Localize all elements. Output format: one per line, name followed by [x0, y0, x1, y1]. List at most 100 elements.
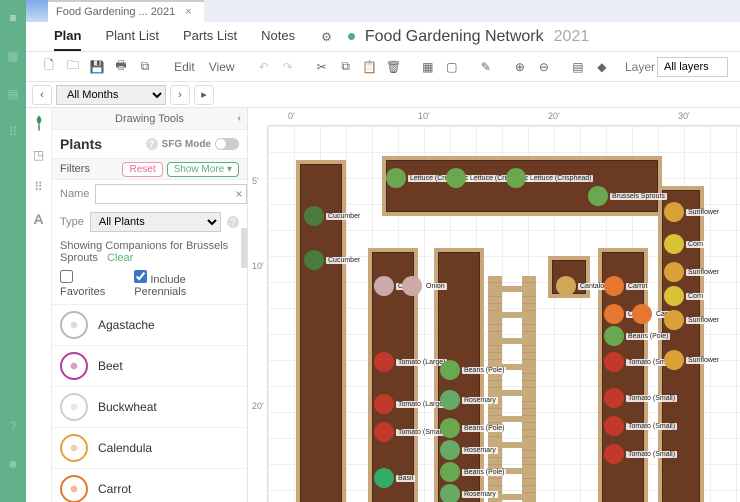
menu-icon[interactable]: ≡ [5, 10, 21, 26]
color-icon[interactable]: ◆ [591, 56, 613, 78]
rail-item-doc-icon[interactable]: ▤ [5, 86, 21, 102]
planted-item[interactable]: Rosemary [440, 440, 498, 460]
view-menu[interactable]: View [203, 60, 241, 74]
planted-item[interactable]: Beans (Pole) [440, 360, 506, 380]
planted-item[interactable]: Sunflower [664, 262, 721, 282]
planted-item[interactable]: Tomato (Small) [604, 416, 677, 436]
name-input[interactable] [95, 184, 247, 204]
planted-item[interactable]: Tomato (Large) [374, 394, 447, 414]
layer-select[interactable]: All layers [657, 57, 728, 77]
zoom-in-icon[interactable]: ⊕ [509, 56, 531, 78]
favorites-checkbox[interactable]: Favorites [60, 270, 120, 298]
planted-item[interactable]: Corn [664, 234, 705, 254]
print-icon[interactable]: 🖶 [110, 56, 132, 78]
collapse-icon[interactable]: ‹ [238, 113, 241, 124]
snap-icon[interactable]: ▢ [441, 56, 463, 78]
export-icon[interactable]: ⧉ [134, 56, 156, 78]
save-icon[interactable]: 💾 [86, 56, 108, 78]
note-icon[interactable]: ✎ [475, 56, 497, 78]
planted-item[interactable]: Beans (Pole) [604, 326, 670, 346]
tool-text-icon[interactable]: A [30, 210, 48, 228]
delete-icon[interactable]: 🗑 [383, 56, 405, 78]
plant-icon [60, 352, 88, 380]
planted-item[interactable]: Tomato (Large) [374, 352, 447, 372]
garden-stage[interactable]: Cucumber Cucumber Lettuce (Crisphead) Le… [268, 126, 740, 502]
plant-marker-icon [440, 390, 460, 410]
copy-icon[interactable]: ⧉ [335, 56, 357, 78]
planted-item[interactable]: Cucumber [304, 250, 362, 270]
rail-help-icon[interactable]: ? [5, 418, 21, 434]
planted-item[interactable]: Corn [664, 286, 705, 306]
month-play-icon[interactable]: ▸ [194, 85, 214, 105]
plant-list[interactable]: Agastache Beet Buckwheat Calendula Carro… [52, 304, 247, 502]
trellis[interactable] [488, 312, 536, 318]
sfg-toggle[interactable] [215, 138, 239, 150]
planted-item[interactable]: Lettuce (Crisphead) [506, 168, 593, 188]
trellis[interactable] [488, 338, 536, 344]
new-file-icon[interactable]: 🗋 [38, 56, 60, 78]
planted-item[interactable]: Rosemary [440, 484, 498, 502]
tool-plants-icon[interactable] [30, 114, 48, 132]
trellis[interactable] [488, 286, 536, 292]
cut-icon[interactable]: ✂ [311, 56, 333, 78]
month-prev-icon[interactable]: ‹ [32, 85, 52, 105]
tab-parts-list[interactable]: Parts List [183, 22, 237, 51]
undo-icon[interactable]: ↶ [253, 56, 275, 78]
planted-item[interactable]: Beans (Pole) [440, 418, 506, 438]
clear-input-icon[interactable]: × [235, 187, 242, 201]
document-tab[interactable]: Food Gardening ... 2021 × [48, 0, 204, 22]
planted-item[interactable]: Sunflower [664, 202, 721, 222]
redo-icon[interactable]: ↷ [277, 56, 299, 78]
tab-plant-list[interactable]: Plant List [105, 22, 158, 51]
perennials-checkbox[interactable]: Include Perennials [134, 270, 239, 298]
panel-header[interactable]: Drawing Tools ‹ [52, 108, 247, 130]
month-next-icon[interactable]: › [170, 85, 190, 105]
tool-structures-icon[interactable]: ◳ [30, 146, 48, 164]
planted-item[interactable]: Tomato (Small) [374, 422, 447, 442]
tab-plan[interactable]: Plan [54, 22, 81, 51]
plant-item[interactable]: Carrot [52, 469, 247, 502]
planted-item[interactable]: Sunflower [664, 350, 721, 370]
plant-label: Rosemary [462, 447, 498, 454]
tab-notes[interactable]: Notes [261, 22, 295, 51]
planted-item[interactable]: Carrot [604, 276, 649, 296]
reset-button[interactable]: Reset [122, 162, 162, 177]
info-icon[interactable]: ▤ [567, 56, 589, 78]
planted-item[interactable]: Rosemary [440, 390, 498, 410]
edit-menu[interactable]: Edit [168, 60, 201, 74]
planted-item[interactable]: Tomato (Small) [604, 444, 677, 464]
show-more-button[interactable]: Show More ▾ [167, 162, 239, 177]
zoom-out-icon[interactable]: ⊖ [533, 56, 555, 78]
scrollbar[interactable] [241, 228, 247, 502]
rail-item-grid-icon[interactable]: ▦ [5, 48, 21, 64]
month-select[interactable]: All Months [56, 85, 166, 105]
planted-item[interactable]: Onion [402, 276, 447, 296]
plant-marker-icon [604, 444, 624, 464]
close-tab-icon[interactable]: × [181, 6, 195, 18]
planted-item[interactable]: Cucumber [304, 206, 362, 226]
tool-shapes-icon[interactable]: ⠿ [30, 178, 48, 196]
canvas[interactable]: 0'10'20'30' 5'10'20' Cucumber Cucumber L… [248, 108, 740, 502]
plant-item[interactable]: Agastache [52, 305, 247, 346]
sfg-help-icon[interactable]: ? [146, 138, 158, 150]
plant-marker-icon [402, 276, 422, 296]
open-file-icon[interactable]: 🗀 [62, 56, 84, 78]
settings-icon[interactable]: ⚙ [321, 30, 332, 44]
planted-item[interactable]: Beans (Pole) [440, 462, 506, 482]
grid-toggle-icon[interactable]: ▦ [417, 56, 439, 78]
planted-item[interactable]: Basil [374, 468, 415, 488]
planted-item[interactable]: Tomato (Small) [604, 388, 677, 408]
type-select[interactable]: All Plants [90, 212, 221, 232]
type-help-icon[interactable]: ? [227, 216, 239, 228]
clear-companions-button[interactable]: Clear [107, 252, 133, 264]
rail-user-icon[interactable]: ☻ [5, 456, 21, 472]
plant-label: Tomato (Small) [626, 451, 677, 458]
planted-item[interactable]: Brussels Sprouts [588, 186, 667, 206]
plant-item[interactable]: Calendula [52, 428, 247, 469]
plant-item[interactable]: Beet [52, 346, 247, 387]
planted-item[interactable]: Sunflower [664, 310, 721, 330]
paste-icon[interactable]: 📋 [359, 56, 381, 78]
plant-marker-icon [588, 186, 608, 206]
rail-item-share-icon[interactable]: ⠿ [5, 124, 21, 140]
plant-item[interactable]: Buckwheat [52, 387, 247, 428]
